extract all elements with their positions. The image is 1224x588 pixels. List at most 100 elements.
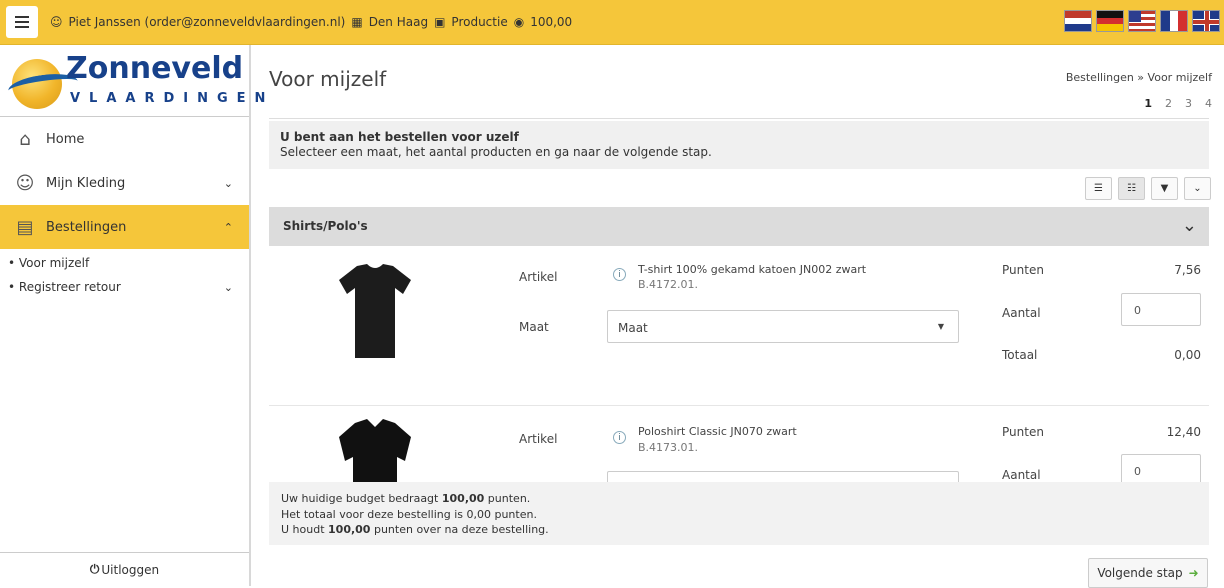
- expand-all-button[interactable]: ⌄: [1184, 177, 1211, 200]
- sidebar: Zonneveld VLAARDINGEN ⌂ Home ☺ Mijn Kled…: [0, 45, 265, 586]
- subitem-label: • Voor mijzelf: [8, 256, 90, 270]
- quantity-input[interactable]: 0: [1121, 293, 1201, 326]
- product-divider: [269, 405, 1209, 406]
- notice-text: Selecteer een maat, het aantal producten…: [280, 145, 712, 159]
- sidebar-item-bestellingen[interactable]: ▤ Bestellingen ⌃: [0, 205, 249, 249]
- points-value: 12,40: [1166, 425, 1201, 439]
- subitem-label: • Registreer retour: [8, 280, 121, 294]
- sidebar-item-label: Bestellingen: [46, 219, 127, 235]
- view-toolbar: ☰ ☷ ▼ ⌄: [1085, 177, 1211, 200]
- step-4[interactable]: 4: [1205, 97, 1212, 110]
- totaal-label: Totaal: [1002, 348, 1038, 362]
- double-chevron-down-icon: ⌄: [1193, 183, 1202, 194]
- budget-text: U houdt: [281, 523, 329, 536]
- gb-flag[interactable]: [1192, 10, 1220, 32]
- punten-label: Punten: [1002, 425, 1044, 439]
- punten-label: Punten: [1002, 263, 1044, 277]
- next-step-button[interactable]: Volgende stap ➜: [1088, 558, 1208, 588]
- budget-text: Uw huidige budget bedraagt: [281, 492, 442, 505]
- location-label: Den Haag: [368, 15, 429, 29]
- breadcrumb[interactable]: Bestellingen » Voor mijzelf: [1066, 71, 1212, 84]
- filter-icon: ▼: [1160, 183, 1169, 194]
- product-name: T-shirt 100% gekamd katoen JN002 zwart: [638, 263, 867, 276]
- budget-summary: Uw huidige budget bedraagt 100,00 punten…: [269, 482, 1209, 545]
- page-title: Voor mijzelf: [269, 67, 387, 91]
- budget-line-2: Het totaal voor deze bestelling is 0,00 …: [281, 507, 537, 521]
- chevron-down-icon: ⌄: [1181, 215, 1197, 236]
- logo-subtitle: VLAARDINGEN: [70, 91, 275, 106]
- detail-view-button[interactable]: ☷: [1118, 177, 1145, 200]
- id-card-icon: ▣: [434, 15, 446, 29]
- user-info: ☺ Piet Janssen (order@zonneveldvlaarding…: [50, 15, 572, 29]
- top-bar: ☺ Piet Janssen (order@zonneveldvlaarding…: [0, 0, 1224, 45]
- sidebar-item-label: Mijn Kleding: [46, 175, 126, 191]
- detail-list-icon: ☷: [1127, 183, 1136, 194]
- us-flag[interactable]: [1128, 10, 1156, 32]
- step-2[interactable]: 2: [1165, 97, 1172, 110]
- maat-label: Maat: [519, 320, 549, 334]
- sidebar-item-label: Home: [46, 131, 85, 147]
- category-title: Shirts/Polo's: [283, 219, 368, 233]
- budget-line-1: Uw huidige budget bedraagt 100,00 punten…: [281, 491, 1197, 507]
- total-value: 0,00: [1174, 348, 1201, 362]
- sidebar-subitem-registreer-retour[interactable]: • Registreer retour ⌄: [0, 275, 249, 299]
- chevron-up-icon: ⌃: [223, 220, 233, 234]
- user-icon: ☺: [15, 172, 35, 194]
- zonneveld-logo[interactable]: Zonneveld VLAARDINGEN: [0, 45, 265, 117]
- budget-label: 100,00: [530, 15, 573, 29]
- filter-button[interactable]: ▼: [1151, 177, 1178, 200]
- chevron-down-icon: ⌄: [223, 280, 233, 294]
- logout-button[interactable]: ⏻ Uitloggen: [0, 552, 249, 586]
- info-icon[interactable]: i: [613, 268, 626, 281]
- budget-amount: 100,00: [441, 492, 485, 505]
- user-name: Piet Janssen (order@zonneveldvlaardingen…: [68, 15, 346, 29]
- user-icon: ☺: [50, 15, 63, 29]
- polo-image: [339, 419, 411, 482]
- chevron-down-icon: ⌄: [223, 176, 233, 190]
- product-row: Artikel i Poloshirt Classic JN070 zwart …: [269, 417, 1209, 482]
- menu-toggle-button[interactable]: [6, 6, 38, 38]
- info-notice: U bent aan het bestellen voor uzelf Sele…: [269, 121, 1209, 169]
- arrow-right-icon: ➜: [1188, 566, 1199, 580]
- language-flags: [1064, 10, 1220, 32]
- remaining-amount: 100,00: [328, 523, 371, 536]
- step-3[interactable]: 3: [1185, 97, 1192, 110]
- quantity-value: 0: [1134, 304, 1141, 317]
- budget-text: punten.: [484, 492, 531, 505]
- list-view-button[interactable]: ☰: [1085, 177, 1112, 200]
- coins-icon: ◉: [513, 15, 525, 29]
- size-select[interactable]: Maat ▼: [607, 310, 959, 343]
- step-1[interactable]: 1: [1144, 97, 1152, 110]
- nl-flag[interactable]: [1064, 10, 1092, 32]
- size-select[interactable]: [607, 471, 959, 482]
- sidebar-item-home[interactable]: ⌂ Home: [0, 117, 249, 161]
- quantity-value: 0: [1134, 465, 1141, 478]
- sidebar-subitem-voor-mijzelf[interactable]: • Voor mijzelf: [0, 251, 249, 275]
- size-select-value: Maat: [618, 321, 648, 335]
- budget-text: punten over na deze bestelling.: [370, 523, 549, 536]
- artikel-label: Artikel: [519, 432, 558, 446]
- budget-line-3: U houdt 100,00 punten over na deze beste…: [281, 522, 1197, 538]
- quantity-input[interactable]: 0: [1121, 454, 1201, 482]
- notice-title: U bent aan het bestellen voor uzelf: [280, 130, 519, 144]
- aantal-label: Aantal: [1002, 468, 1041, 482]
- product-code: B.4172.01.: [638, 278, 699, 291]
- list-icon: ☰: [1094, 183, 1103, 194]
- aantal-label: Aantal: [1002, 306, 1041, 320]
- artikel-label: Artikel: [519, 270, 558, 284]
- next-step-label: Volgende stap: [1097, 566, 1183, 580]
- home-icon: ⌂: [19, 128, 31, 150]
- step-indicator: 1 2 3 4: [1144, 97, 1212, 110]
- product-row: Artikel i T-shirt 100% gekamd katoen JN0…: [269, 250, 1209, 400]
- category-header[interactable]: Shirts/Polo's ⌄: [269, 207, 1209, 246]
- title-divider: [269, 118, 1209, 119]
- info-icon[interactable]: i: [613, 431, 626, 444]
- product-code: B.4173.01.: [638, 441, 699, 454]
- document-icon: ▤: [16, 216, 34, 238]
- tshirt-image: [339, 264, 411, 358]
- logout-label: Uitloggen: [101, 562, 160, 577]
- fr-flag[interactable]: [1160, 10, 1188, 32]
- de-flag[interactable]: [1096, 10, 1124, 32]
- department-label: Productie: [451, 15, 508, 29]
- sidebar-item-mijn-kleding[interactable]: ☺ Mijn Kleding ⌄: [0, 161, 249, 205]
